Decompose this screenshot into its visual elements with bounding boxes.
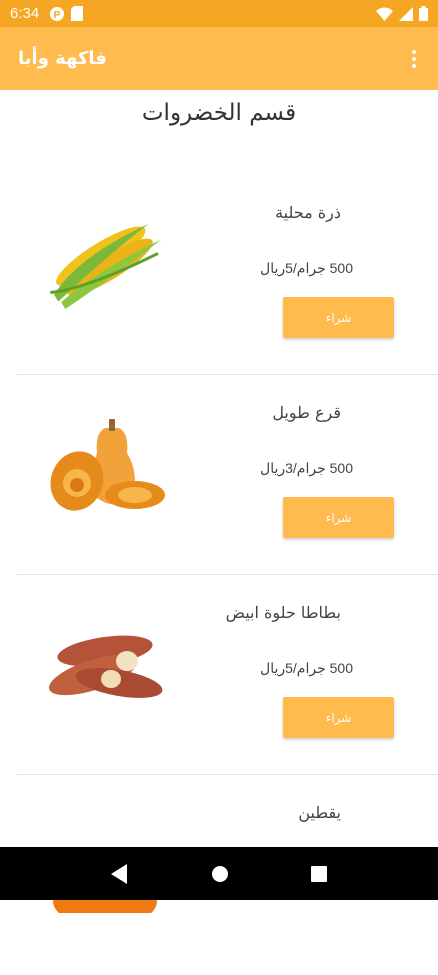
status-bar: 6:34 P bbox=[0, 0, 438, 27]
svg-text:P: P bbox=[54, 10, 61, 21]
app-bar: فاكهة وأبا bbox=[0, 27, 438, 90]
butternut-squash-image bbox=[50, 419, 165, 511]
product-name: قرع طويل bbox=[272, 403, 341, 422]
status-time: 6:34 bbox=[10, 5, 40, 22]
buy-button[interactable]: شراء bbox=[283, 497, 394, 538]
recents-icon[interactable] bbox=[311, 865, 327, 882]
back-icon[interactable] bbox=[111, 863, 129, 884]
overflow-menu-icon[interactable] bbox=[404, 44, 424, 74]
product-name: ذرة محلية bbox=[275, 203, 341, 222]
navigation-bar bbox=[0, 847, 438, 900]
buy-button[interactable]: شراء bbox=[283, 697, 394, 738]
sweet-potato-image bbox=[49, 635, 163, 698]
corn-image bbox=[50, 223, 162, 310]
section-title: قسم الخضروات bbox=[141, 100, 297, 126]
product-name: بطاطا حلوة ابيض bbox=[225, 603, 341, 622]
app-title: فاكهة وأبا bbox=[18, 48, 107, 69]
product-price: 500 جرام/5ريال bbox=[260, 660, 353, 676]
signal-icon bbox=[399, 6, 413, 21]
battery-icon bbox=[419, 6, 428, 21]
product-name: يقطين bbox=[298, 803, 341, 822]
product-price: 500 جرام/5ريال bbox=[260, 260, 353, 276]
notification-p-icon: P bbox=[50, 6, 65, 21]
product-card: بطاطا حلوة ابيض 500 جرام/5ريال شراء bbox=[0, 575, 438, 775]
product-card: قرع طويل 500 جرام/3ريال شراء bbox=[0, 375, 438, 575]
sd-card-icon bbox=[71, 6, 84, 21]
product-price: 500 جرام/3ريال bbox=[260, 460, 353, 476]
buy-button[interactable]: شراء bbox=[283, 297, 394, 338]
home-icon[interactable] bbox=[211, 865, 229, 883]
product-card: ذرة محلية 500 جرام/5ريال شراء bbox=[0, 175, 438, 375]
wifi-icon bbox=[376, 7, 393, 21]
